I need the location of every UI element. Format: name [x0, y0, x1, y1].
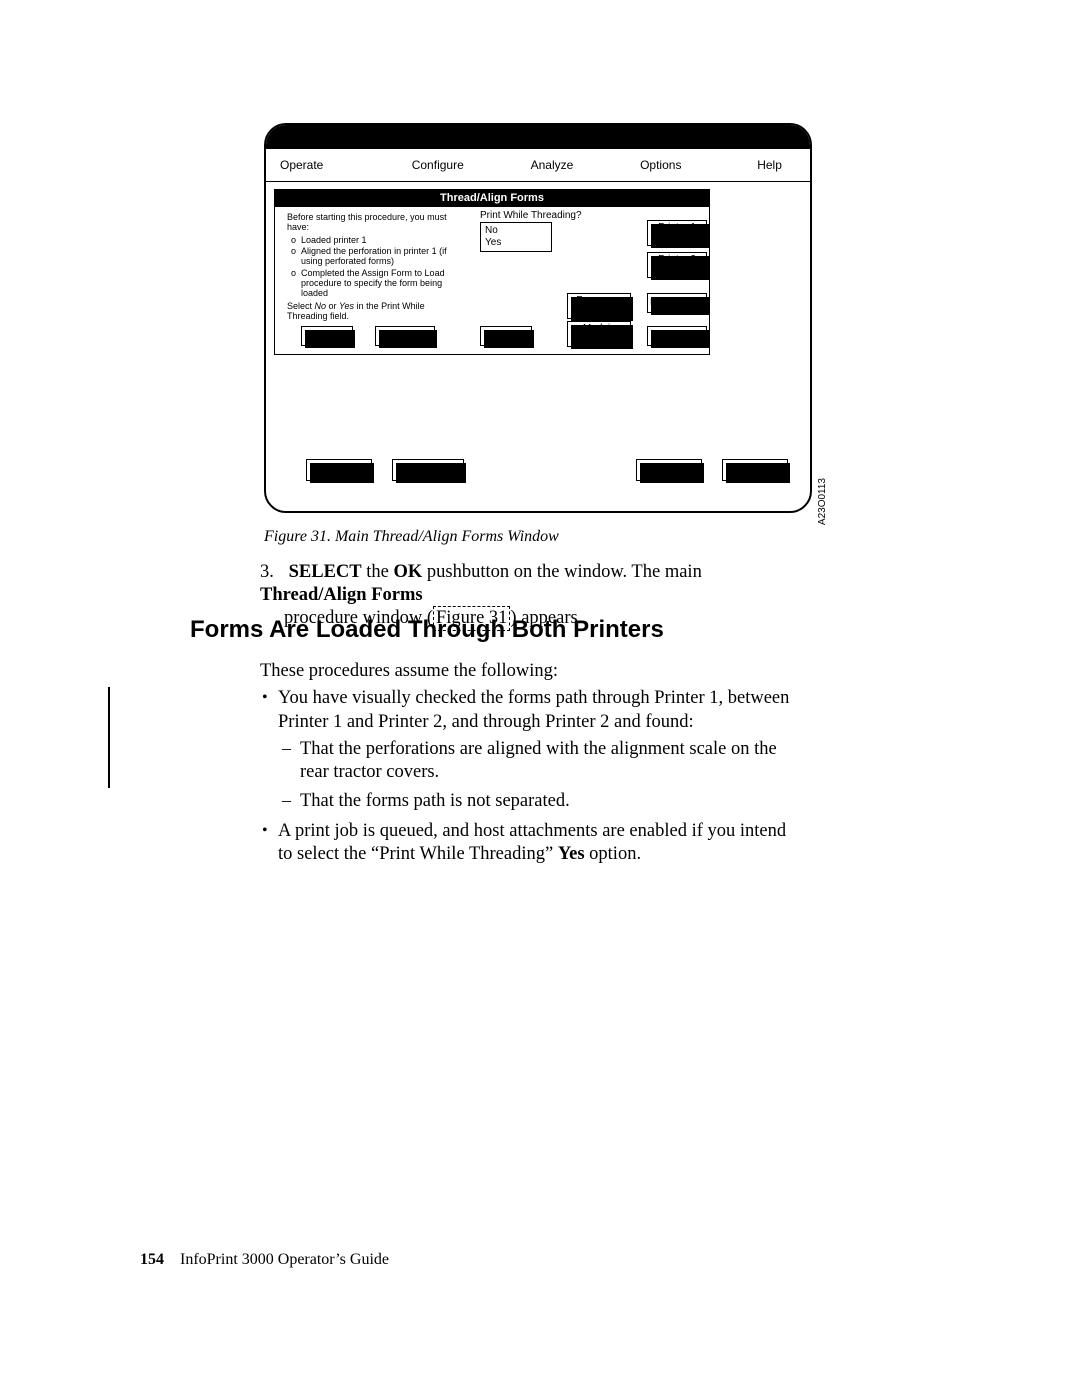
thread-align-window: Thread/Align Forms Before starting this …: [274, 189, 710, 355]
bullet-3: Completed the Assign Form to Load proced…: [301, 268, 463, 299]
book-title: InfoPrint 3000 Operator’s Guide: [180, 1251, 389, 1268]
feed-forms-button[interactable]: Feed Forms: [647, 293, 707, 313]
intro-line: Before starting this procedure, you must…: [287, 212, 447, 232]
npro-button[interactable]: NPRO: [636, 459, 702, 481]
menu-bar: Operate Configure Analyze Options Help: [266, 149, 810, 182]
bullet-visual-check: You have visually checked the forms path…: [278, 687, 798, 813]
cancel-button[interactable]: Cancel: [480, 326, 532, 346]
section-body: These procedures assume the following: Y…: [260, 660, 798, 872]
option-no[interactable]: No: [485, 225, 547, 237]
page: Operate Configure Analyze Options Help T…: [0, 0, 1080, 1397]
option-yes[interactable]: Yes: [485, 237, 547, 249]
print-while-threading-listbox[interactable]: No Yes: [480, 222, 552, 252]
check-reset-button[interactable]: Check Reset: [392, 459, 464, 481]
print-while-threading-label: Print While Threading?: [480, 210, 582, 221]
bullet-1: Loaded printer 1: [301, 235, 463, 245]
ready-button[interactable]: Ready: [306, 459, 372, 481]
start-button[interactable]: Start: [301, 326, 353, 346]
section-heading: Forms Are Loaded Through Both Printers: [190, 616, 664, 644]
menu-analyze[interactable]: Analyze: [498, 158, 607, 172]
help-button[interactable]: Help: [647, 326, 707, 346]
application-window: Operate Configure Analyze Options Help T…: [264, 123, 812, 513]
intro-paragraph: These procedures assume the following:: [260, 661, 558, 681]
menu-configure[interactable]: Configure: [378, 158, 498, 172]
step-number: 3.: [260, 561, 284, 584]
cancel-job-button[interactable]: Cancel Job: [722, 459, 788, 481]
page-number: 154: [140, 1251, 164, 1268]
page-footer: 154 InfoPrint 3000 Operator’s Guide: [140, 1251, 389, 1269]
change-bar: [108, 687, 110, 788]
menu-help[interactable]: Help: [715, 158, 824, 172]
mark-aligned-status: Mark is Aligned: [567, 321, 631, 347]
sub-bullet-perforations: That the perforations are aligned with t…: [300, 738, 798, 785]
bullet-print-job: A print job is queued, and host attachme…: [278, 820, 798, 867]
instructions-text: Before starting this procedure, you must…: [287, 212, 463, 321]
forms-connected-status: Forms are Connected: [567, 293, 631, 319]
window-title: Thread/Align Forms: [275, 190, 709, 207]
completed-button[interactable]: Completed: [375, 326, 435, 346]
figure-code: A23O0113: [817, 478, 828, 525]
menu-operate[interactable]: Operate: [266, 158, 378, 172]
sub-bullet-not-separated: That the forms path is not separated.: [300, 790, 798, 813]
select-line: Select No or Yes in the Print While Thre…: [287, 301, 425, 321]
printer1-feed-button[interactable]: Printer 1 Feed Page: [647, 220, 707, 246]
bullet-2: Aligned the perforation in printer 1 (if…: [301, 246, 463, 267]
window-titlebar: [266, 125, 810, 149]
printer2-feed-button[interactable]: Printer 2 Feed Page: [647, 252, 707, 278]
figure-caption: Figure 31. Main Thread/Align Forms Windo…: [264, 528, 559, 546]
menu-options[interactable]: Options: [606, 158, 715, 172]
